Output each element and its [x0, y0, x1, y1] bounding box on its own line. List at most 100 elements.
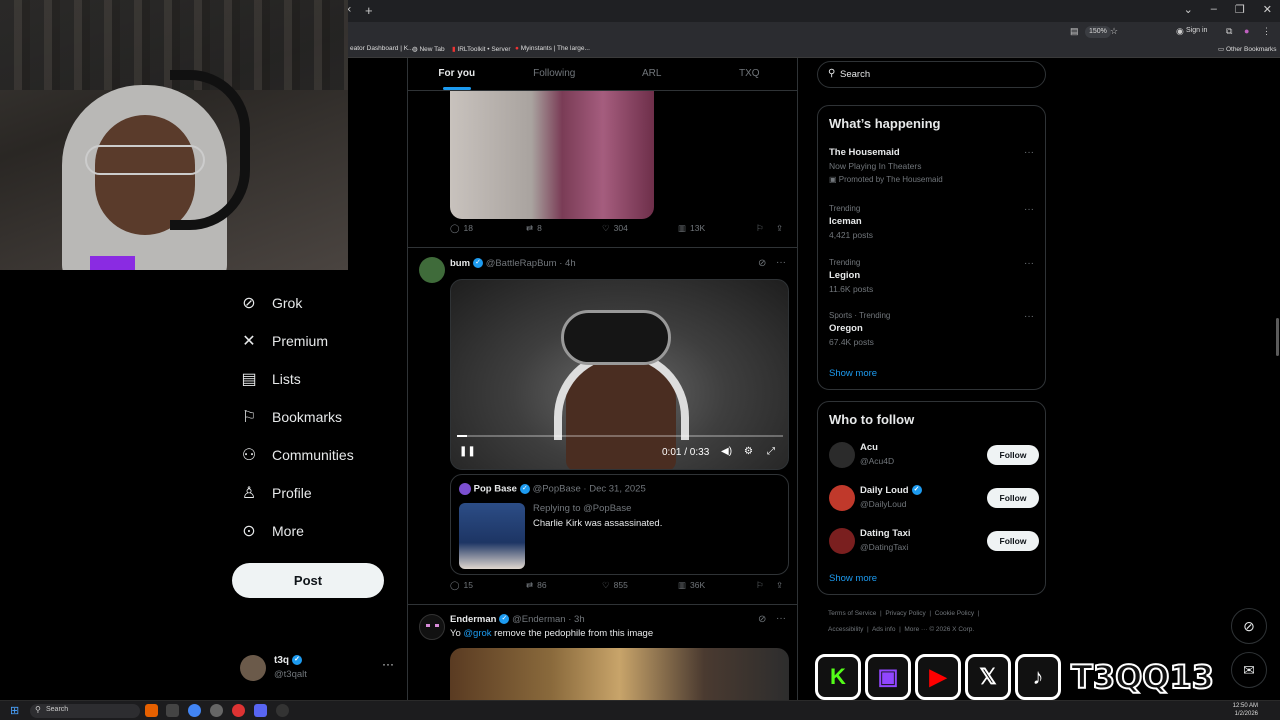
scrollbar[interactable] [1276, 318, 1279, 356]
app-icon[interactable] [276, 704, 289, 717]
minimize-icon[interactable]: – [1211, 3, 1217, 16]
nav-bookmarks[interactable]: ⚐ Bookmarks [240, 408, 342, 426]
new-tab-button[interactable]: + [365, 3, 373, 18]
bookmark-button[interactable]: ⚐ [756, 223, 764, 234]
retweet-button[interactable]: ⇄ 8 [526, 223, 542, 234]
grok-float-button[interactable]: ⊘ [1231, 608, 1267, 644]
author-handle[interactable]: @Enderman [512, 614, 565, 625]
like-button[interactable]: ♡ 855 [602, 580, 628, 591]
star-icon[interactable]: ☆ [1110, 26, 1118, 37]
tab-following[interactable]: Following [506, 58, 604, 90]
bookmark-item[interactable]: eator Dashboard | K... [350, 45, 413, 52]
footer-link[interactable]: Terms of Service [828, 610, 876, 617]
volume-icon[interactable]: ◀) [721, 446, 732, 457]
footer-link[interactable]: Privacy Policy [885, 610, 925, 617]
steam-icon[interactable] [210, 704, 223, 717]
mention-link[interactable]: @grok [463, 628, 491, 639]
nav-premium[interactable]: ✕ Premium [240, 332, 328, 350]
follow-button[interactable]: Follow [987, 488, 1039, 508]
show-more-link[interactable]: Show more [829, 368, 877, 379]
footer-link[interactable]: Cookie Policy [935, 610, 974, 617]
like-button[interactable]: ♡ 304 [602, 223, 628, 234]
settings-icon[interactable]: ⚙ [744, 446, 753, 457]
author-handle[interactable]: @BattleRapBum [486, 258, 557, 269]
more-icon[interactable]: ··· [776, 613, 786, 624]
video-player[interactable]: ❚❚ 0:01 / 0:33 ◀) ⚙ ⤢ [450, 279, 789, 470]
follow-suggestion[interactable]: Acu @Acu4D Follow [829, 440, 1039, 470]
tweet-image[interactable] [450, 648, 789, 700]
firefox-icon[interactable] [145, 704, 158, 717]
taskbar-search[interactable]: ⚲ Search [30, 704, 140, 718]
more-icon[interactable]: ··· [776, 257, 786, 268]
other-bookmarks[interactable]: ▭ Other Bookmarks [1218, 45, 1277, 53]
views-button[interactable]: ▥ 13K [678, 223, 705, 234]
nav-communities[interactable]: ⚇ Communities [240, 446, 354, 464]
nav-profile[interactable]: ♙ Profile [240, 484, 312, 502]
extensions-icon[interactable]: ⧉ [1226, 26, 1232, 37]
trend-item[interactable]: The Housemaid Now Playing In Theaters ▣ … [829, 147, 1034, 184]
share-button[interactable]: ⇪ [776, 580, 783, 591]
timeline[interactable]: For you Following ARL TXQ ◯ 18 ⇄ 8 ♡ 304 ▥ 1… [407, 58, 798, 700]
reply-button[interactable]: ◯ 18 [450, 223, 473, 234]
nav-lists[interactable]: ▤ Lists [240, 370, 300, 388]
windows-start-icon[interactable]: ⊞ [10, 704, 19, 717]
retweet-button[interactable]: ⇄ 86 [526, 580, 547, 591]
more-icon[interactable]: ··· [1024, 204, 1034, 215]
discord-icon[interactable] [254, 704, 267, 717]
share-button[interactable]: ⇪ [776, 223, 783, 234]
reader-icon[interactable]: ▤ [1070, 26, 1079, 37]
restore-icon[interactable]: ❐ [1235, 3, 1245, 16]
taskbar-clock[interactable]: 12:50 AM 1/2/2026 [1233, 702, 1258, 718]
follow-suggestion[interactable]: Dating Taxi @DatingTaxi Follow [829, 526, 1039, 556]
footer-link[interactable]: More ··· [904, 626, 927, 633]
trend-item[interactable]: Sports · Trending Oregon 67.4K posts ··· [829, 311, 1034, 347]
close-icon[interactable]: ✕ [1263, 3, 1272, 16]
follow-button[interactable]: Follow [987, 445, 1039, 465]
fullscreen-icon[interactable]: ⤢ [767, 446, 775, 457]
video-progress[interactable] [457, 435, 783, 437]
follow-button[interactable]: Follow [987, 531, 1039, 551]
sign-in-button[interactable]: Sign in [1186, 27, 1207, 34]
search-box[interactable]: ⚲ [817, 61, 1046, 88]
nav-more[interactable]: ⊙ More [240, 522, 304, 540]
pause-icon[interactable]: ❚❚ [459, 446, 476, 457]
post-button[interactable]: Post [232, 563, 384, 598]
tweet-image[interactable] [450, 91, 654, 219]
more-icon[interactable]: ··· [1024, 147, 1034, 158]
footer-link[interactable]: Ads info [872, 626, 896, 633]
author-name[interactable]: bum [450, 258, 470, 269]
tab-arl[interactable]: ARL [603, 58, 701, 90]
avatar[interactable] [419, 614, 445, 640]
more-icon[interactable]: ··· [1024, 311, 1034, 322]
trend-item[interactable]: Trending Iceman 4,421 posts ··· [829, 204, 1034, 240]
nav-grok[interactable]: ⊘ Grok [240, 294, 302, 312]
show-more-link[interactable]: Show more [829, 573, 877, 584]
grok-icon[interactable]: ⊘ [758, 614, 766, 625]
more-icon[interactable]: ··· [1024, 258, 1034, 269]
chevron-down-icon[interactable]: ⌄ [1184, 3, 1193, 16]
avatar[interactable] [419, 257, 445, 283]
menu-icon[interactable]: ⋮ [1262, 26, 1271, 37]
bookmark-item[interactable]: ● Myinstants | The large... [515, 45, 590, 52]
views-button[interactable]: ▥ 36K [678, 580, 705, 591]
account-switcher[interactable]: t3q ✓ @t3qalt ··· [240, 653, 400, 683]
bookmark-item[interactable]: ◍ New Tab [412, 45, 445, 53]
app-icon[interactable] [166, 704, 179, 717]
trend-item[interactable]: Trending Legion 11.6K posts ··· [829, 258, 1034, 294]
bookmark-button[interactable]: ⚐ [756, 580, 764, 591]
author-name[interactable]: Enderman [450, 614, 496, 625]
chrome-icon[interactable] [188, 704, 201, 717]
tab-for-you[interactable]: For you [408, 58, 506, 90]
bookmark-item[interactable]: ▮ IRLToolkit • Server [452, 45, 510, 53]
messages-button[interactable]: ✉ [1231, 652, 1267, 688]
tab-txq[interactable]: TXQ [701, 58, 798, 90]
account-icon[interactable]: ◉ [1176, 26, 1184, 37]
follow-suggestion[interactable]: Daily Loud ✓ @DailyLoud Follow [829, 483, 1039, 513]
obs-icon[interactable] [232, 704, 245, 717]
quoted-tweet[interactable]: Pop Base ✓ @PopBase · Dec 31, 2025 Replyi… [450, 474, 789, 575]
profile-icon[interactable]: ● [1244, 26, 1249, 36]
zoom-level[interactable]: 150% [1085, 26, 1111, 38]
more-icon[interactable]: ··· [382, 657, 394, 671]
grok-icon[interactable]: ⊘ [758, 258, 766, 269]
search-input[interactable] [840, 62, 1040, 87]
